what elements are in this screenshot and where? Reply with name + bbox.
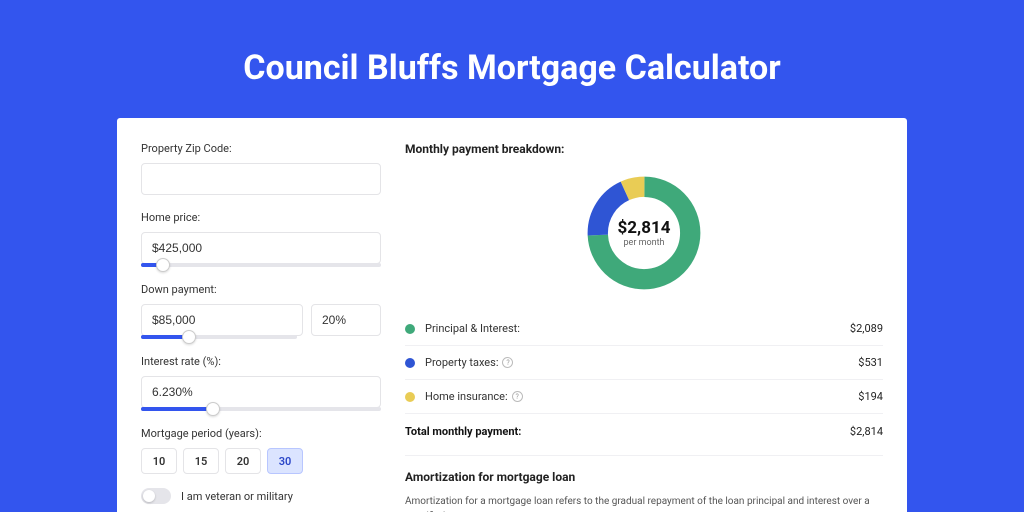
slider-thumb[interactable] [182,330,196,344]
zip-label: Property Zip Code: [141,142,381,155]
period-button-30[interactable]: 30 [267,448,303,474]
donut-center-amount: $2,814 [618,218,671,238]
legend-row: Home insurance:?$194 [405,379,883,413]
period-button-15[interactable]: 15 [183,448,219,474]
total-label: Total monthly payment: [405,425,850,438]
interest-rate-label: Interest rate (%): [141,355,381,368]
legend-value: $531 [858,356,883,369]
period-label: Mortgage period (years): [141,427,381,440]
down-payment-amount-input[interactable] [141,304,303,336]
interest-rate-field: Interest rate (%): [141,355,381,411]
form-panel: Property Zip Code: Home price: Down paym… [141,142,381,512]
veteran-label: I am veteran or military [181,490,293,503]
zip-input[interactable] [141,163,381,195]
down-payment-slider[interactable] [141,335,297,339]
interest-rate-input[interactable] [141,376,381,408]
donut-chart: $2,814 per month [405,168,883,312]
legend-row: Property taxes:?$531 [405,345,883,379]
amortization-section: Amortization for mortgage loan Amortizat… [405,455,883,512]
legend-label: Principal & Interest: [425,322,850,335]
down-payment-label: Down payment: [141,283,381,296]
veteran-row: I am veteran or military [141,488,381,504]
slider-thumb[interactable] [206,402,220,416]
down-payment-field: Down payment: [141,283,381,339]
slider-thumb[interactable] [156,258,170,272]
home-price-input[interactable] [141,232,381,264]
veteran-toggle[interactable] [141,488,171,504]
legend-dot [405,324,415,334]
home-price-slider[interactable] [141,263,381,267]
down-payment-percent-input[interactable] [311,304,381,336]
zip-field: Property Zip Code: [141,142,381,195]
legend-row: Principal & Interest:$2,089 [405,312,883,345]
amortization-text: Amortization for a mortgage loan refers … [405,494,883,512]
info-icon[interactable]: ? [512,391,523,402]
donut-center-sub: per month [618,238,671,248]
calculator-card: Property Zip Code: Home price: Down paym… [117,118,907,512]
total-value: $2,814 [850,425,883,438]
interest-rate-slider[interactable] [141,407,381,411]
legend-dot [405,392,415,402]
legend-value: $194 [858,390,883,403]
toggle-knob [143,490,155,502]
legend-label: Property taxes:? [425,356,858,369]
period-field: Mortgage period (years): 10152030 [141,427,381,474]
legend-dot [405,358,415,368]
legend-label: Home insurance:? [425,390,858,403]
legend-value: $2,089 [850,322,883,335]
total-row: Total monthly payment: $2,814 [405,413,883,449]
page-title: Council Bluffs Mortgage Calculator [0,0,1024,118]
amortization-title: Amortization for mortgage loan [405,470,883,484]
home-price-label: Home price: [141,211,381,224]
breakdown-title: Monthly payment breakdown: [405,142,883,156]
period-button-10[interactable]: 10 [141,448,177,474]
home-price-field: Home price: [141,211,381,267]
info-icon[interactable]: ? [502,357,513,368]
period-button-20[interactable]: 20 [225,448,261,474]
breakdown-panel: Monthly payment breakdown: $2,814 per mo… [405,142,883,512]
